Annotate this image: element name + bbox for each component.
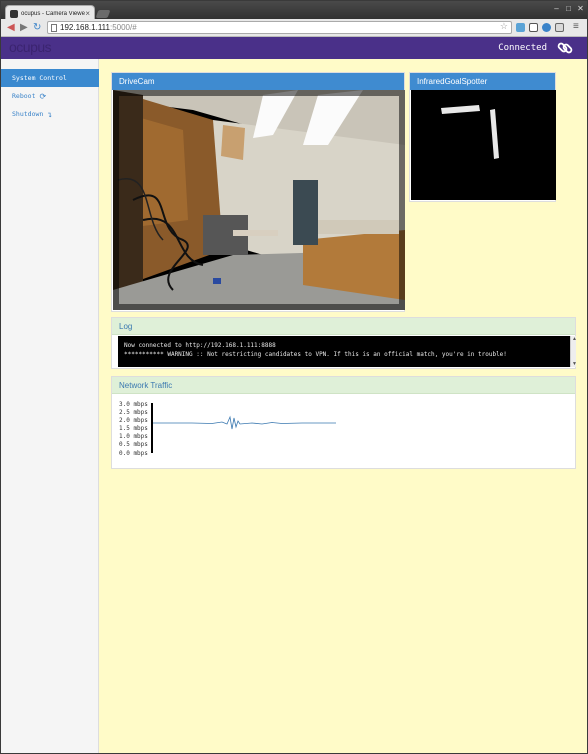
log-line: Now connected to http://192.168.1.111:88… bbox=[124, 342, 276, 349]
axis-label: 2.5 mbps bbox=[119, 409, 148, 417]
browser-toolbar: ◀ ▶ ↻ 192.168.1.111:5000/# ☆ ≡ bbox=[1, 19, 587, 37]
infrared-feed[interactable] bbox=[411, 90, 556, 200]
drivecam-feed[interactable] bbox=[113, 90, 405, 310]
link-icon[interactable] bbox=[557, 40, 573, 56]
network-title: Network Traffic bbox=[112, 377, 575, 394]
network-traffic-line bbox=[153, 415, 336, 430]
sidebar-item-label: Shutdown bbox=[12, 110, 44, 118]
menu-icon[interactable]: ≡ bbox=[573, 21, 579, 33]
axis-label: 2.0 mbps bbox=[119, 417, 148, 425]
favicon-icon bbox=[10, 9, 18, 18]
axis-label: 0.5 mbps bbox=[119, 441, 148, 449]
extension-chat-icon[interactable] bbox=[516, 23, 525, 32]
infrared-title: InfraredGoalSpotter bbox=[410, 73, 555, 90]
address-bar[interactable]: 192.168.1.111:5000/# ☆ bbox=[47, 21, 512, 34]
log-title: Log bbox=[112, 318, 575, 335]
axis-label: 0.0 mbps bbox=[119, 449, 148, 457]
infrared-panel: InfraredGoalSpotter bbox=[409, 72, 556, 202]
axis-label: 1.0 mbps bbox=[119, 433, 148, 441]
url-text: 192.168.1.111:5000/# bbox=[60, 23, 137, 32]
reload-icon[interactable]: ↻ bbox=[33, 22, 41, 34]
network-axis-labels: 3.0 mbps 2.5 mbps 2.0 mbps 1.5 mbps 1.0 … bbox=[119, 401, 148, 458]
log-line: *********** WARNING :: Not restricting c… bbox=[124, 351, 507, 358]
sidebar: System Control Reboot ⟳ Shutdown ↴ bbox=[1, 59, 99, 753]
sidebar-item-shutdown[interactable]: Shutdown ↴ bbox=[1, 105, 99, 123]
app-header: ocupus Connected bbox=[1, 37, 587, 59]
network-panel: Network Traffic 3.0 mbps 2.5 mbps 2.0 mb… bbox=[111, 376, 576, 469]
scroll-up-icon[interactable]: ▲ bbox=[572, 336, 577, 342]
window-close-icon[interactable]: ✕ bbox=[576, 4, 585, 13]
new-tab-button[interactable] bbox=[95, 10, 111, 18]
power-arrow-icon: ↴ bbox=[47, 109, 53, 119]
infrared-image bbox=[411, 90, 556, 200]
axis-label: 1.5 mbps bbox=[119, 425, 148, 433]
back-icon[interactable]: ◀ bbox=[7, 22, 15, 34]
sidebar-item-label: Reboot bbox=[12, 92, 36, 100]
maximize-icon[interactable]: □ bbox=[564, 4, 573, 13]
drivecam-title: DriveCam bbox=[112, 73, 404, 90]
drivecam-image bbox=[113, 90, 405, 310]
browser-window: ocupus - Camera Viewer × – □ ✕ ◀ ▶ ↻ 192… bbox=[0, 0, 588, 754]
connection-status: Connected bbox=[498, 43, 547, 53]
log-console[interactable]: Now connected to http://192.168.1.111:88… bbox=[118, 336, 570, 367]
axis-label: 3.0 mbps bbox=[119, 401, 148, 408]
tab-close-icon[interactable]: × bbox=[85, 9, 90, 18]
drivecam-panel: DriveCam bbox=[111, 72, 405, 312]
tab-title: ocupus - Camera Viewer bbox=[21, 10, 86, 17]
browser-titlebar: ocupus - Camera Viewer × – □ ✕ bbox=[1, 1, 587, 21]
scroll-down-icon[interactable]: ▼ bbox=[572, 361, 577, 367]
sidebar-item-label: System Control bbox=[12, 74, 67, 82]
log-panel: Log Now connected to http://192.168.1.11… bbox=[111, 317, 577, 369]
extension-globe-icon[interactable] bbox=[542, 23, 551, 32]
page-icon bbox=[51, 23, 57, 32]
app-logo: ocupus bbox=[9, 39, 52, 55]
extension-cast-icon[interactable] bbox=[529, 23, 538, 32]
minimize-icon[interactable]: – bbox=[552, 4, 561, 13]
sidebar-item-system-control[interactable]: System Control bbox=[1, 69, 99, 87]
log-scrollbar[interactable]: ▲ ▼ bbox=[570, 336, 577, 367]
forward-icon[interactable]: ▶ bbox=[20, 22, 28, 34]
extension-screen-icon[interactable] bbox=[555, 23, 564, 32]
sidebar-item-reboot[interactable]: Reboot ⟳ bbox=[1, 87, 99, 105]
bookmark-star-icon[interactable]: ☆ bbox=[500, 21, 508, 32]
refresh-icon: ⟳ bbox=[39, 91, 47, 101]
